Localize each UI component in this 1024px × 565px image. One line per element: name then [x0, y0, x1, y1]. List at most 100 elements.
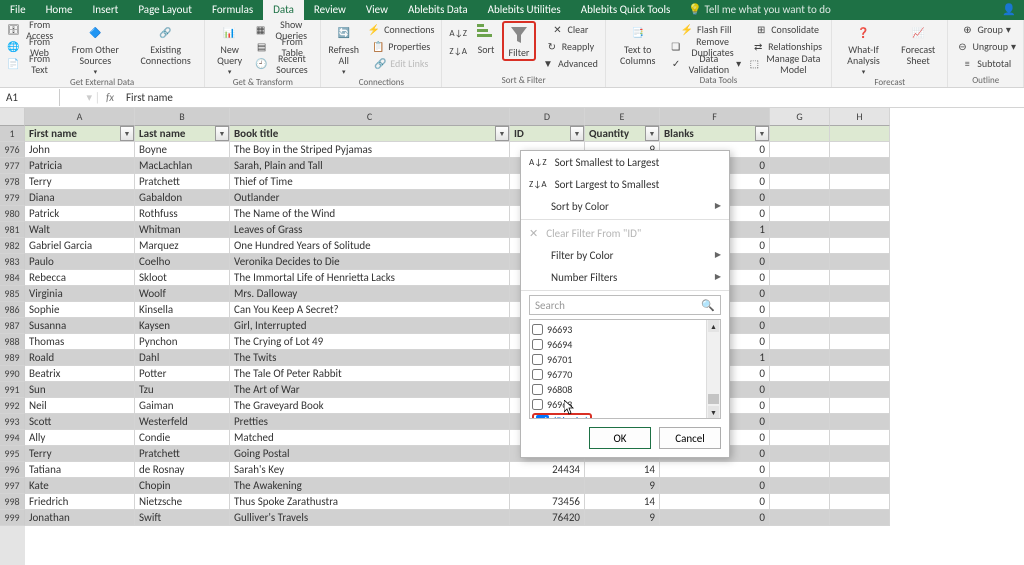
cell[interactable]: 73456: [510, 494, 585, 510]
cell[interactable]: [830, 222, 890, 238]
sort-by-color-item[interactable]: Sort by Color▶: [521, 195, 729, 217]
cell[interactable]: [770, 254, 830, 270]
cell[interactable]: [770, 334, 830, 350]
group-button[interactable]: ⊕Group ▾: [952, 21, 1019, 38]
cell[interactable]: [770, 446, 830, 462]
filter-dropdown-button[interactable]: ▼: [495, 126, 509, 141]
cell[interactable]: [770, 494, 830, 510]
row-header[interactable]: 982: [0, 238, 25, 254]
filter-button[interactable]: Filter: [505, 24, 533, 58]
tab-ablebits-data[interactable]: Ablebits Data: [398, 0, 478, 20]
cell[interactable]: Tzu: [135, 382, 230, 398]
cell[interactable]: John: [25, 142, 135, 158]
cell[interactable]: Can You Keep A Secret?: [230, 302, 510, 318]
cell[interactable]: Westerfeld: [135, 414, 230, 430]
cell[interactable]: Roald: [25, 350, 135, 366]
cell[interactable]: [770, 286, 830, 302]
cell[interactable]: [770, 382, 830, 398]
cell[interactable]: Leaves of Grass: [230, 222, 510, 238]
cell[interactable]: Girl, Interrupted: [230, 318, 510, 334]
user-icon[interactable]: 👤: [994, 0, 1024, 20]
cell[interactable]: The Tale Of Peter Rabbit: [230, 366, 510, 382]
cell[interactable]: Virginia: [25, 286, 135, 302]
cell[interactable]: Mrs. Dalloway: [230, 286, 510, 302]
cell[interactable]: [770, 302, 830, 318]
cell[interactable]: [830, 174, 890, 190]
scroll-thumb[interactable]: [708, 394, 719, 404]
row-header[interactable]: 991: [0, 382, 25, 398]
cell[interactable]: Pratchett: [135, 446, 230, 462]
cell[interactable]: One Hundred Years of Solitude: [230, 238, 510, 254]
cell[interactable]: [770, 206, 830, 222]
cell[interactable]: Patrick: [25, 206, 135, 222]
cell[interactable]: Pratchett: [135, 174, 230, 190]
filter-dropdown-button[interactable]: ▼: [215, 126, 229, 141]
row-header[interactable]: 988: [0, 334, 25, 350]
cell[interactable]: Whitman: [135, 222, 230, 238]
tab-ablebits-utilities[interactable]: Ablebits Utilities: [478, 0, 571, 20]
cell[interactable]: The Graveyard Book: [230, 398, 510, 414]
cell[interactable]: [830, 126, 890, 142]
cell[interactable]: Patricia: [25, 158, 135, 174]
filter-values-list[interactable]: 966939669496701967709680896963 (Blanks) …: [529, 319, 721, 419]
cell[interactable]: Neil: [25, 398, 135, 414]
scroll-up-icon[interactable]: ▲: [708, 320, 719, 332]
text-to-columns-button[interactable]: 📑Text to Columns: [610, 21, 666, 66]
cell[interactable]: Diana: [25, 190, 135, 206]
column-header[interactable]: A: [25, 108, 135, 126]
what-if-button[interactable]: ❓What-If Analysis▾: [836, 21, 891, 77]
row-header[interactable]: 979: [0, 190, 25, 206]
cell[interactable]: [770, 174, 830, 190]
cell[interactable]: 0: [660, 494, 770, 510]
cell[interactable]: Friedrich: [25, 494, 135, 510]
new-query-button[interactable]: 📊New Query▾: [209, 21, 250, 77]
cell[interactable]: 0: [660, 510, 770, 526]
cell[interactable]: [830, 302, 890, 318]
table-header[interactable]: Book title▼: [230, 126, 510, 142]
filter-by-color-item[interactable]: Filter by Color▶: [521, 244, 729, 266]
checkbox-input[interactable]: [532, 339, 543, 350]
cell[interactable]: Going Postal: [230, 446, 510, 462]
cell[interactable]: Condie: [135, 430, 230, 446]
cell[interactable]: Veronika Decides to Die: [230, 254, 510, 270]
from-text-button[interactable]: 📄From Text: [4, 55, 60, 72]
cell[interactable]: Walt: [25, 222, 135, 238]
number-filters-item[interactable]: Number Filters▶: [521, 266, 729, 288]
tab-insert[interactable]: Insert: [83, 0, 129, 20]
cell[interactable]: [830, 350, 890, 366]
filter-dropdown-button[interactable]: ▼: [755, 126, 769, 141]
formula-input[interactable]: First name: [120, 89, 1024, 106]
cell[interactable]: Sun: [25, 382, 135, 398]
cell[interactable]: [770, 478, 830, 494]
cell[interactable]: Sarah, Plain and Tall: [230, 158, 510, 174]
column-header[interactable]: G: [770, 108, 830, 126]
cell[interactable]: [830, 270, 890, 286]
cell[interactable]: [830, 142, 890, 158]
from-other-sources-button[interactable]: 🔷From Other Sources▾: [62, 21, 129, 77]
column-header[interactable]: H: [830, 108, 890, 126]
cell[interactable]: [830, 382, 890, 398]
cell[interactable]: [830, 206, 890, 222]
cell[interactable]: [830, 430, 890, 446]
filter-value-checkbox[interactable]: 96808: [532, 382, 718, 397]
cell[interactable]: [830, 414, 890, 430]
cell[interactable]: Ally: [25, 430, 135, 446]
row-header[interactable]: 994: [0, 430, 25, 446]
cell[interactable]: Gulliver's Travels: [230, 510, 510, 526]
cell[interactable]: Coelho: [135, 254, 230, 270]
filter-dropdown-button[interactable]: ▼: [645, 126, 659, 141]
cell[interactable]: The Immortal Life of Henrietta Lacks: [230, 270, 510, 286]
cell[interactable]: 0: [660, 478, 770, 494]
cell[interactable]: [770, 270, 830, 286]
row-header[interactable]: 993: [0, 414, 25, 430]
cell[interactable]: Sophie: [25, 302, 135, 318]
cell[interactable]: 0: [660, 462, 770, 478]
tab-view[interactable]: View: [356, 0, 398, 20]
column-header[interactable]: E: [585, 108, 660, 126]
cell[interactable]: Boyne: [135, 142, 230, 158]
cell[interactable]: [510, 478, 585, 494]
subtotal-button[interactable]: ≡Subtotal: [952, 55, 1019, 72]
name-box[interactable]: A1: [0, 89, 60, 106]
row-header[interactable]: 992: [0, 398, 25, 414]
row-header[interactable]: 978: [0, 174, 25, 190]
